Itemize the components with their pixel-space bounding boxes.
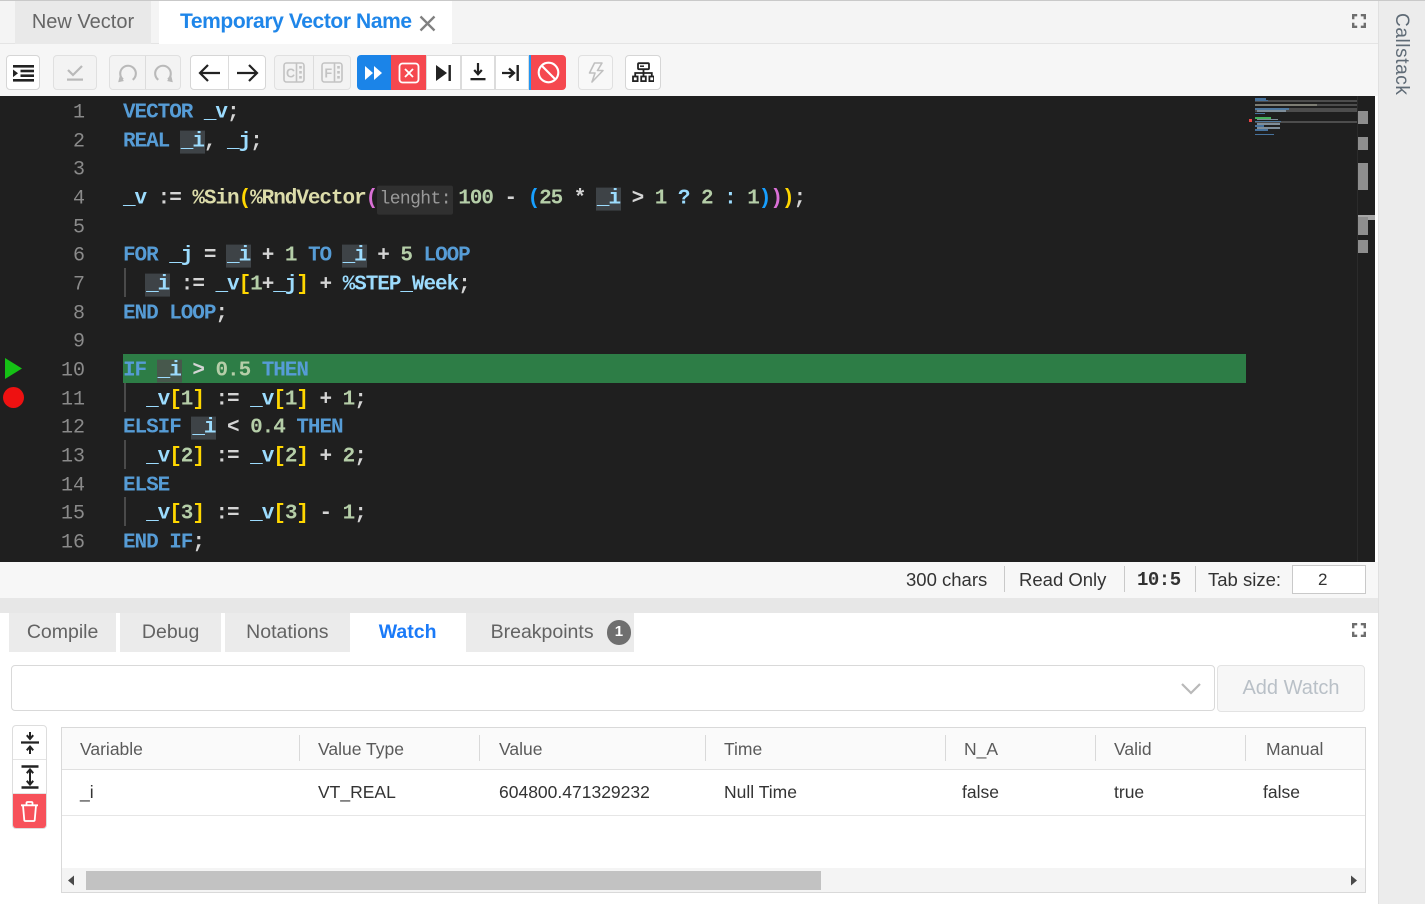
svg-text:F: F [324, 67, 332, 81]
svg-text:C: C [286, 67, 295, 81]
